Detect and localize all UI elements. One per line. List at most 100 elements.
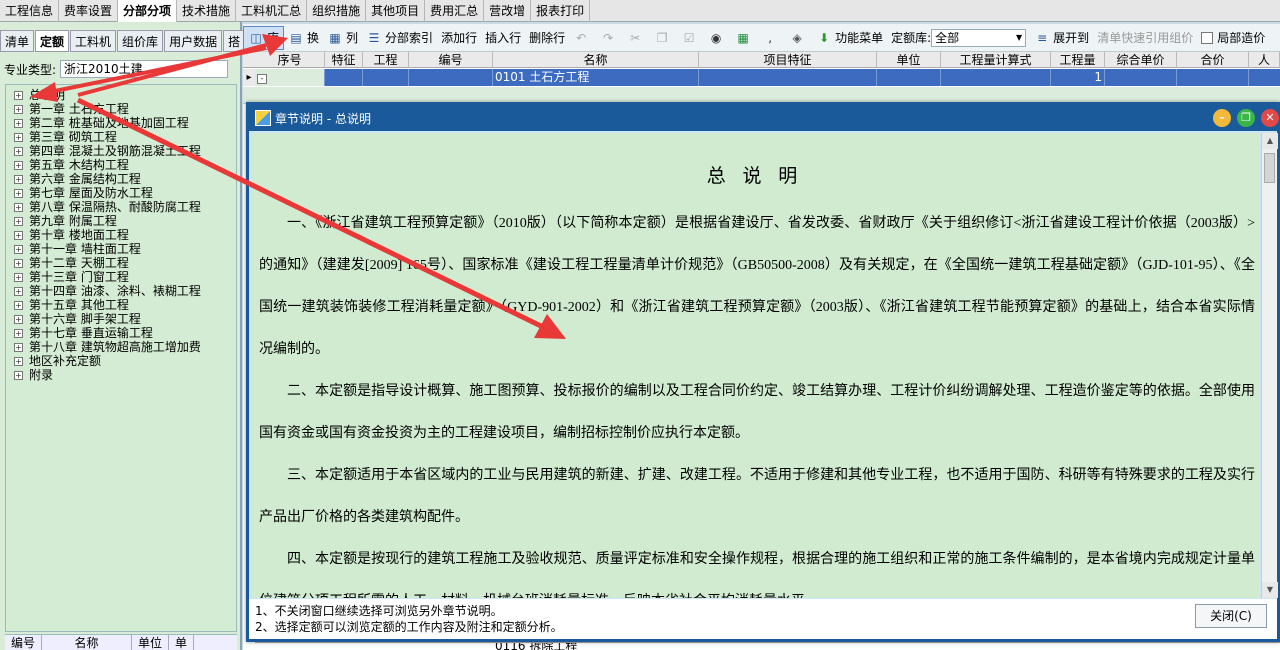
expand-icon[interactable]: + xyxy=(14,230,23,240)
header-feature[interactable]: 特征 xyxy=(325,52,363,68)
header-qty[interactable]: 工程量 xyxy=(1051,52,1105,68)
tab-project-info[interactable]: 工程信息 xyxy=(0,0,60,22)
expand-icon[interactable]: + xyxy=(14,216,23,226)
tab-other-items[interactable]: 其他项目 xyxy=(366,0,426,22)
expand-icon[interactable]: + xyxy=(14,174,23,184)
expand-icon[interactable]: + xyxy=(14,160,23,170)
profession-select[interactable]: 浙江2010土建 xyxy=(60,60,229,78)
cell-project[interactable] xyxy=(363,69,409,86)
header-item-feature[interactable]: 项目特征 xyxy=(699,52,877,68)
paint-button[interactable]: ◈ xyxy=(785,26,812,50)
left-tab-quota[interactable]: 定额 xyxy=(35,30,70,52)
tree-item-ch1[interactable]: + 第一章 土石方工程 xyxy=(14,102,129,116)
tab-sections[interactable]: 分部分项 xyxy=(118,0,178,22)
tree-item-ch14[interactable]: + 第十四章 油漆、涂料、裱糊工程 xyxy=(14,284,201,298)
cell-unit[interactable] xyxy=(877,69,941,86)
tab-rate-settings[interactable]: 费率设置 xyxy=(59,0,119,22)
tree-item-ch9[interactable]: + 第九章 附属工程 xyxy=(14,214,117,228)
expand-icon[interactable]: + xyxy=(14,370,23,380)
cell-total[interactable] xyxy=(1177,69,1249,86)
left-tab-user-data[interactable]: 用户数据 xyxy=(164,30,223,52)
header-qty-formula[interactable]: 工程量计算式 xyxy=(941,52,1051,68)
tree-item-ch18[interactable]: + 第十八章 建筑物超高施工增加费 xyxy=(14,340,201,354)
dialog-titlebar[interactable]: 章节说明 - 总说明 – ❐ ✕ xyxy=(249,105,1279,131)
scroll-down-icon[interactable]: ▼ xyxy=(1262,582,1278,598)
quick-ref-button[interactable]: 清单快速引用组价 xyxy=(1093,26,1197,50)
quota-lib-select[interactable]: 全部 ▼ xyxy=(931,28,1027,47)
expand-icon[interactable]: + xyxy=(14,258,23,268)
left-tab-price-lib[interactable]: 组价库 xyxy=(117,30,164,52)
cell-qty[interactable]: 1 xyxy=(1051,69,1105,86)
swap-button[interactable]: ▤ 换 xyxy=(284,26,323,50)
expand-icon[interactable]: + xyxy=(14,356,23,366)
insert-row-button[interactable]: 插入行 xyxy=(481,26,525,50)
header-total[interactable]: 合价 xyxy=(1177,52,1249,68)
table-row[interactable]: ▸ - 0101 土石方工程 1 xyxy=(243,69,1280,86)
tree-item-general[interactable]: + 总说明 xyxy=(14,88,65,102)
expand-icon[interactable]: + xyxy=(14,118,23,128)
excel-button[interactable]: ▦ xyxy=(731,26,758,50)
tree-item-regional[interactable]: + 地区补充定额 xyxy=(14,354,101,368)
tab-report-print[interactable]: 报表打印 xyxy=(531,0,591,22)
tree-item-appendix[interactable]: + 附录 xyxy=(14,368,53,382)
tree-item-ch15[interactable]: + 第十五章 其他工程 xyxy=(14,298,129,312)
close-button[interactable]: 关闭(C) xyxy=(1195,604,1267,628)
expand-icon[interactable]: + xyxy=(14,202,23,212)
expand-icon[interactable]: + xyxy=(14,300,23,310)
expand-icon[interactable]: + xyxy=(14,314,23,324)
collapse-icon[interactable]: - xyxy=(257,74,267,84)
scroll-up-icon[interactable]: ▲ xyxy=(1262,133,1278,149)
header-project[interactable]: 工程 xyxy=(363,52,409,68)
expand-icon[interactable]: + xyxy=(14,244,23,254)
cell-qty-formula[interactable] xyxy=(941,69,1051,86)
library-button[interactable]: ◫ 库 xyxy=(243,25,285,50)
left-tab-materials[interactable]: 工料机 xyxy=(70,30,117,52)
expand-icon[interactable]: + xyxy=(14,104,23,114)
tree-item-ch8[interactable]: + 第八章 保温隔热、耐酸防腐工程 xyxy=(14,200,201,214)
tree-item-ch13[interactable]: + 第十三章 门窗工程 xyxy=(14,270,129,284)
find-button[interactable]: ◉ xyxy=(704,26,731,50)
col-unit[interactable]: 单位 xyxy=(132,635,170,650)
cell-item-feature[interactable] xyxy=(699,69,877,86)
tree-item-ch10[interactable]: + 第十章 楼地面工程 xyxy=(14,228,129,242)
local-price-toggle[interactable]: 局部造价 xyxy=(1197,26,1269,50)
expand-icon[interactable]: + xyxy=(14,328,23,338)
expand-icon[interactable]: + xyxy=(14,146,23,156)
tab-material-summary[interactable]: 工料机汇总 xyxy=(236,0,308,22)
tree-item-ch5[interactable]: + 第五章 木结构工程 xyxy=(14,158,129,172)
header-code[interactable]: 编号 xyxy=(409,52,493,68)
cell-seq[interactable]: - xyxy=(255,69,325,86)
section-index-button[interactable]: ☰ 分部索引 xyxy=(362,26,437,50)
tree-item-ch12[interactable]: + 第十二章 天棚工程 xyxy=(14,256,129,270)
expand-icon[interactable]: + xyxy=(14,286,23,296)
redo-button[interactable]: ↷ xyxy=(596,26,623,50)
cell-unit-price[interactable] xyxy=(1105,69,1177,86)
tab-cost-summary[interactable]: 费用汇总 xyxy=(425,0,485,22)
undo-button[interactable]: ↶ xyxy=(569,26,596,50)
vertical-scrollbar[interactable]: ▲ ▼ xyxy=(1261,133,1278,598)
col-code[interactable]: 编号 xyxy=(5,635,43,650)
expand-icon[interactable]: + xyxy=(14,342,23,352)
col-name[interactable]: 名称 xyxy=(42,635,133,650)
tree-item-ch16[interactable]: + 第十六章 脚手架工程 xyxy=(14,312,141,326)
scroll-thumb[interactable] xyxy=(1264,153,1275,183)
tree-item-ch17[interactable]: + 第十七章 垂直运输工程 xyxy=(14,326,153,340)
col-price[interactable]: 单 xyxy=(169,635,195,650)
add-row-button[interactable]: 添加行 xyxy=(437,26,481,50)
table-row[interactable]: 0116 拆除工程 xyxy=(255,642,1280,650)
maximize-button[interactable]: ❐ xyxy=(1237,109,1255,127)
expand-icon[interactable]: + xyxy=(14,188,23,198)
local-price-checkbox[interactable] xyxy=(1201,31,1214,44)
tree-item-ch7[interactable]: + 第七章 屋面及防水工程 xyxy=(14,186,153,200)
expand-icon[interactable]: + xyxy=(14,90,23,100)
left-tab-more[interactable]: 搭 xyxy=(223,30,246,52)
expand-to-button[interactable]: ≡ 展开到 xyxy=(1030,26,1093,50)
expand-icon[interactable]: + xyxy=(14,132,23,142)
tree-item-ch4[interactable]: + 第四章 混凝土及钢筋混凝土工程 xyxy=(14,144,201,158)
comma-button[interactable]: , xyxy=(758,26,785,50)
left-tab-list[interactable]: 清单 xyxy=(0,30,35,52)
header-labor[interactable]: 人 xyxy=(1249,52,1280,68)
cell-feature[interactable] xyxy=(325,69,363,86)
minimize-button[interactable]: – xyxy=(1213,109,1231,127)
copy-button[interactable]: ❐ xyxy=(650,26,677,50)
